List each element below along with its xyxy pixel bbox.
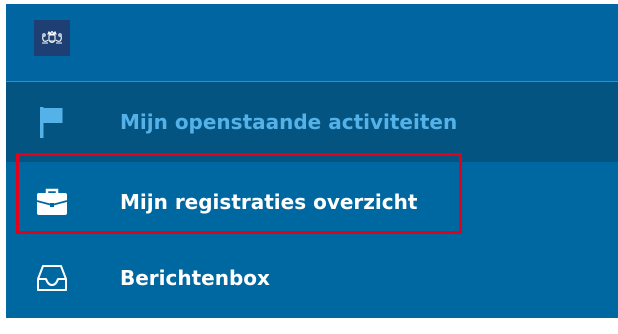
logo-bar	[6, 4, 618, 81]
nav-item-label: Berichtenbox	[120, 266, 270, 290]
royal-coat-of-arms-icon	[42, 30, 62, 44]
nav-item-label: Mijn openstaande activiteiten	[120, 110, 458, 134]
nav-item-berichtenbox[interactable]: Berichtenbox	[6, 238, 618, 318]
sidebar-nav: Mijn openstaande activiteiten Mijn regis…	[6, 4, 618, 318]
flag-icon	[34, 104, 70, 140]
nav-item-label: Mijn registraties overzicht	[120, 190, 418, 214]
nav-item-openstaande-activiteiten[interactable]: Mijn openstaande activiteiten	[6, 82, 618, 162]
logo-link[interactable]	[34, 20, 70, 56]
screenshot-frame: Mijn openstaande activiteiten Mijn regis…	[0, 0, 618, 334]
nav-item-registraties-overzicht[interactable]: Mijn registraties overzicht	[6, 162, 618, 242]
briefcase-icon	[34, 184, 70, 220]
inbox-tray-icon	[34, 260, 70, 296]
